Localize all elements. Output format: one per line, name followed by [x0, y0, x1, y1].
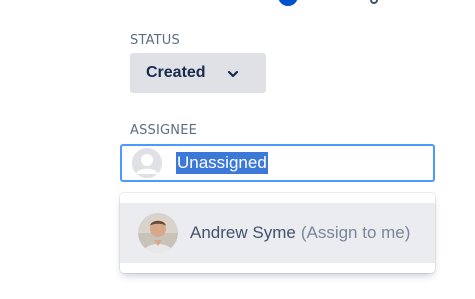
option-hint: (Assign to me) [300, 223, 411, 242]
assignee-label: ASSIGNEE [130, 123, 198, 138]
assignee-dropdown-menu: Andrew Syme (Assign to me) [120, 193, 435, 273]
assignee-input[interactable]: Unassigned [120, 144, 435, 182]
default-user-icon [132, 148, 162, 178]
issue-toolbar [270, 0, 390, 6]
status-dropdown-button[interactable]: Created [130, 53, 266, 93]
assignee-value: Unassigned [176, 152, 268, 174]
status-value: Created [146, 64, 206, 81]
assignee-option-andrew-syme[interactable]: Andrew Syme (Assign to me) [120, 203, 435, 263]
option-name: Andrew Syme [190, 223, 296, 242]
user-avatar-icon[interactable] [278, 0, 298, 6]
share-icon[interactable] [362, 0, 378, 11]
user-photo-icon [138, 213, 178, 253]
status-label: STATUS [130, 33, 180, 48]
chevron-down-icon [226, 69, 240, 79]
